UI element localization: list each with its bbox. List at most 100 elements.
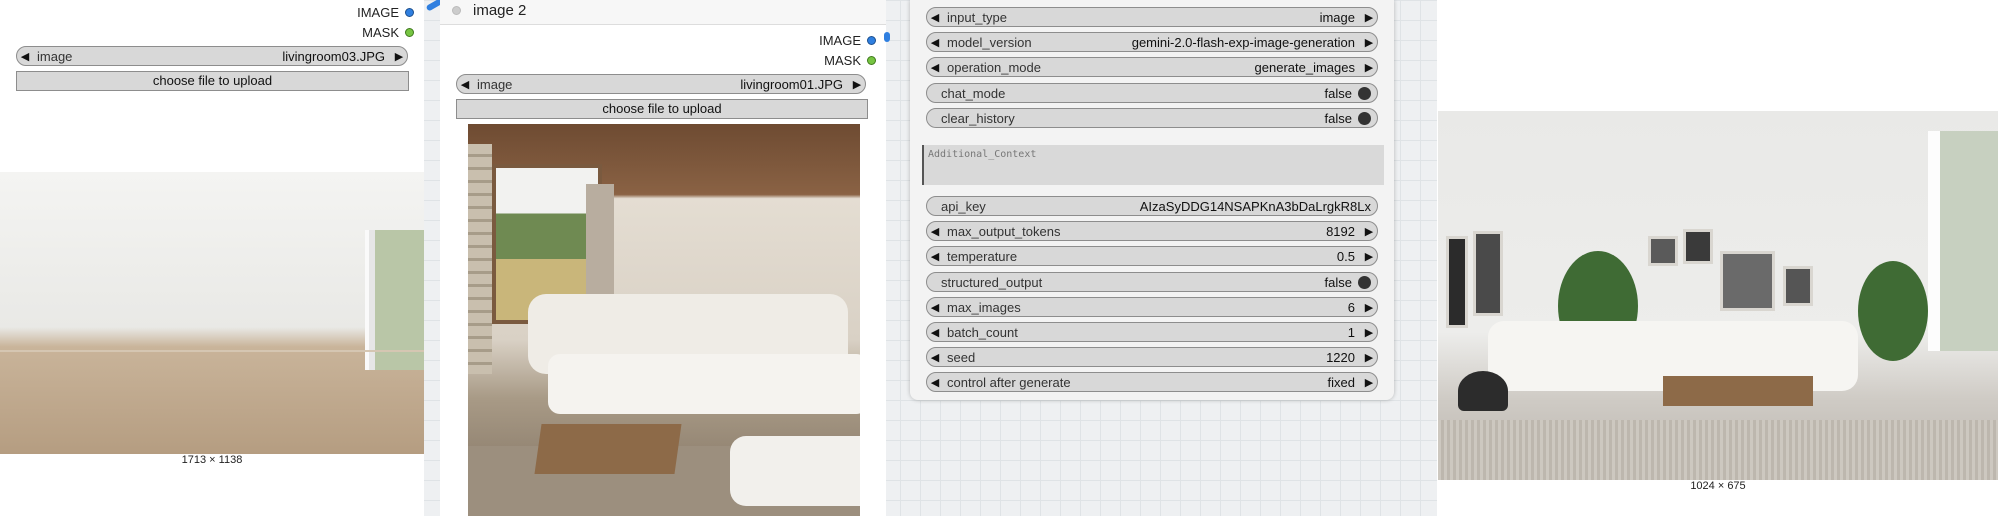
picture-frame-shape [1473, 231, 1503, 316]
widget-temperature[interactable]: ◀ temperature 0.5 ▶ [926, 246, 1378, 266]
output-image-2[interactable]: IMAGE [819, 32, 876, 48]
output-mask-2[interactable]: MASK [824, 52, 876, 68]
arrow-left-icon[interactable]: ◀ [927, 11, 943, 24]
upload-button-2[interactable]: choose file to upload [456, 99, 868, 119]
widget-value: livingroom03.JPG [282, 48, 385, 64]
image-port-dot[interactable] [405, 7, 414, 17]
arrow-left-icon[interactable]: ◀ [457, 78, 473, 91]
widget-clear-history[interactable]: clear_history false [926, 108, 1378, 128]
toggle-knob-icon[interactable] [1358, 275, 1371, 289]
side-table-shape [1458, 371, 1508, 411]
arrow-left-icon[interactable]: ◀ [927, 36, 943, 49]
arrow-right-icon[interactable]: ▶ [1361, 36, 1377, 49]
widget-max-output-tokens[interactable]: ◀ max_output_tokens 8192 ▶ [926, 221, 1378, 241]
widget-label: max_images [947, 299, 1021, 315]
gemini-node: ◀ input_type image ▶ ◀ model_version gemini-2.… [910, 0, 1394, 400]
widget-max-images[interactable]: ◀ max_images 6 ▶ [926, 297, 1378, 317]
output-label: MASK [362, 24, 399, 40]
widget-value: 1220 [1326, 349, 1355, 365]
arrow-left-icon[interactable]: ◀ [927, 326, 943, 339]
widget-value: false [1324, 85, 1352, 101]
picture-frame-shape [1783, 266, 1813, 306]
additional-context-input[interactable]: Additional_Context [922, 145, 1384, 185]
widget-value: false [1324, 110, 1352, 126]
widget-label: chat_mode [941, 85, 1006, 101]
toggle-knob-icon[interactable] [1358, 111, 1371, 125]
arrow-right-icon[interactable]: ▶ [391, 50, 407, 63]
arrow-left-icon[interactable]: ◀ [927, 225, 943, 238]
arrow-left-icon[interactable]: ◀ [927, 376, 943, 389]
output-label: MASK [824, 52, 861, 68]
widget-label: model_version [947, 34, 1032, 50]
widget-value: gemini-2.0-flash-exp-image-generation [1131, 34, 1355, 50]
arrow-right-icon[interactable]: ▶ [1361, 11, 1377, 24]
widget-batch-count[interactable]: ◀ batch_count 1 ▶ [926, 322, 1378, 342]
widget-operation-mode[interactable]: ◀ operation_mode generate_images ▶ [926, 57, 1378, 77]
floor-line-shape [0, 350, 424, 352]
widget-label: max_output_tokens [947, 223, 1061, 239]
arrow-left-icon[interactable]: ◀ [927, 301, 943, 314]
picture-frame-shape [1720, 251, 1775, 311]
arrow-left-icon[interactable]: ◀ [927, 61, 943, 74]
load-image-node-2: image 2 IMAGE MASK ◀ image livingroom01.… [440, 0, 886, 516]
arrow-right-icon[interactable]: ▶ [1361, 326, 1377, 339]
coffee-table-shape [1663, 376, 1813, 406]
widget-label: clear_history [941, 110, 1015, 126]
widget-value: false [1324, 274, 1352, 290]
widget-value: 1 [1347, 324, 1355, 340]
arrow-right-icon[interactable]: ▶ [1361, 61, 1377, 74]
arrow-right-icon[interactable]: ▶ [849, 78, 865, 91]
arrow-left-icon[interactable]: ◀ [927, 250, 943, 263]
arrow-left-icon[interactable]: ◀ [927, 351, 943, 364]
window-shape [365, 230, 424, 370]
widget-structured-output[interactable]: structured_output false [926, 272, 1378, 292]
coffee-table-shape [534, 424, 682, 474]
output-mask-1[interactable]: MASK [362, 24, 414, 40]
widget-api-key[interactable]: api_key AIzaSyDDG14NSAPKnA3bDaLrgkR8Lx [926, 196, 1378, 216]
mask-port-dot[interactable] [867, 55, 876, 65]
arrow-right-icon[interactable]: ▶ [1361, 351, 1377, 364]
rug-shape [1438, 420, 1998, 480]
connection-edge [884, 32, 890, 42]
widget-value: image [1319, 9, 1355, 25]
preview-dimensions: 1024 × 675 [1690, 480, 1746, 492]
load-image-node-1: IMAGE MASK ◀ image livingroom03.JPG ▶ ch… [0, 0, 424, 516]
widget-label: input_type [947, 9, 1007, 25]
picture-frame-shape [1648, 236, 1678, 266]
widget-value: 0.5 [1336, 248, 1355, 264]
arrow-right-icon[interactable]: ▶ [1361, 225, 1377, 238]
output-image-1[interactable]: IMAGE [357, 4, 414, 20]
widget-label: batch_count [947, 324, 1018, 340]
widget-chat-mode[interactable]: chat_mode false [926, 83, 1378, 103]
widget-value: 6 [1347, 299, 1355, 315]
collapse-dot-icon[interactable] [452, 6, 461, 15]
arrow-right-icon[interactable]: ▶ [1361, 301, 1377, 314]
arrow-right-icon[interactable]: ▶ [1361, 250, 1377, 263]
toggle-knob-icon[interactable] [1358, 86, 1371, 100]
mask-port-dot[interactable] [405, 27, 414, 37]
image-combo-2[interactable]: ◀ image livingroom01.JPG ▶ [456, 74, 866, 94]
image-combo-1[interactable]: ◀ image livingroom03.JPG ▶ [16, 46, 408, 66]
armchair-shape [730, 436, 860, 506]
plant-shape [1858, 261, 1928, 361]
widget-value: livingroom01.JPG [740, 76, 843, 92]
output-label: IMAGE [357, 4, 399, 20]
output-label: IMAGE [819, 32, 861, 48]
picture-frame-shape [1446, 236, 1468, 328]
widget-control-after-generate[interactable]: ◀ control after generate fixed ▶ [926, 372, 1378, 392]
image-port-dot[interactable] [867, 35, 876, 45]
arrow-right-icon[interactable]: ▶ [1361, 376, 1377, 389]
widget-seed[interactable]: ◀ seed 1220 ▶ [926, 347, 1378, 367]
arrow-left-icon[interactable]: ◀ [17, 50, 33, 63]
node-title-bar[interactable]: image 2 [440, 0, 886, 25]
stone-wall-shape [468, 144, 492, 374]
widget-model-version[interactable]: ◀ model_version gemini-2.0-flash-exp-image… [926, 32, 1378, 52]
widget-label: temperature [947, 248, 1018, 264]
widget-input-type[interactable]: ◀ input_type image ▶ [926, 7, 1378, 27]
widget-label: image [477, 76, 513, 92]
widget-label: api_key [941, 198, 986, 214]
widget-label: operation_mode [947, 59, 1041, 75]
widget-value: 8192 [1326, 223, 1355, 239]
picture-frame-shape [1683, 229, 1713, 264]
upload-button-1[interactable]: choose file to upload [16, 71, 409, 91]
